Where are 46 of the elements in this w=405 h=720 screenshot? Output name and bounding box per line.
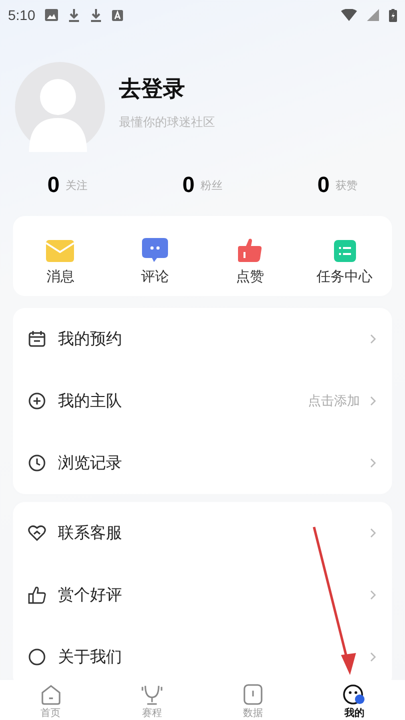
download-icon (68, 8, 80, 22)
envelope-icon (46, 240, 74, 262)
chevron-icon (370, 396, 376, 406)
list-icon (334, 240, 356, 262)
chevron-icon (370, 528, 376, 538)
shortcut-button[interactable]: 点赞 (202, 230, 298, 286)
heart-icon (28, 524, 46, 542)
menu-item[interactable]: 关于我们 (13, 626, 392, 680)
home-icon (40, 684, 62, 705)
keyboard-icon (112, 10, 124, 20)
stat-count[interactable]: 0 (182, 172, 195, 198)
chevron-icon (370, 334, 376, 344)
chevron-icon (370, 458, 376, 468)
stat-count[interactable]: 0 (47, 172, 60, 198)
info-icon (28, 648, 46, 666)
wifi-icon (341, 9, 357, 21)
menu-item[interactable]: 浏览记录 (13, 432, 392, 494)
menu-item[interactable]: 我的预约 (13, 308, 392, 370)
calendar-icon (28, 330, 46, 348)
thumbs-up-icon (28, 586, 46, 604)
trophy-icon (140, 684, 164, 705)
login-link[interactable]: 去登录 (119, 74, 215, 104)
tab[interactable]: 我的 (304, 680, 405, 720)
battery-icon (389, 8, 397, 22)
menu-item[interactable]: 赏个好评 (13, 564, 392, 626)
shortcut-button[interactable]: 任务中心 (297, 230, 392, 286)
chevron-icon (370, 590, 376, 600)
download-icon (90, 8, 102, 22)
chat-icon (142, 238, 168, 262)
face-icon (342, 684, 366, 705)
row-hint: 点击添加 (308, 393, 360, 410)
status-time: 5:10 (8, 7, 36, 23)
shortcut-button[interactable]: 评论 (108, 230, 202, 286)
shortcut-button[interactable]: 消息 (13, 230, 108, 286)
thumbs-up-icon (238, 238, 262, 262)
add-icon (28, 392, 46, 410)
avatar[interactable] (15, 62, 105, 152)
stat-count[interactable]: 0 (317, 172, 330, 198)
menu-item[interactable]: 联系客服 (13, 502, 392, 564)
menu-item[interactable]: 我的主队 点击添加 (13, 370, 392, 432)
tagline: 最懂你的球迷社区 (119, 114, 215, 130)
clock-icon (28, 454, 46, 472)
chevron-icon (370, 652, 376, 662)
image-icon (45, 9, 58, 21)
signal-icon (367, 9, 379, 21)
data-icon (243, 684, 264, 705)
